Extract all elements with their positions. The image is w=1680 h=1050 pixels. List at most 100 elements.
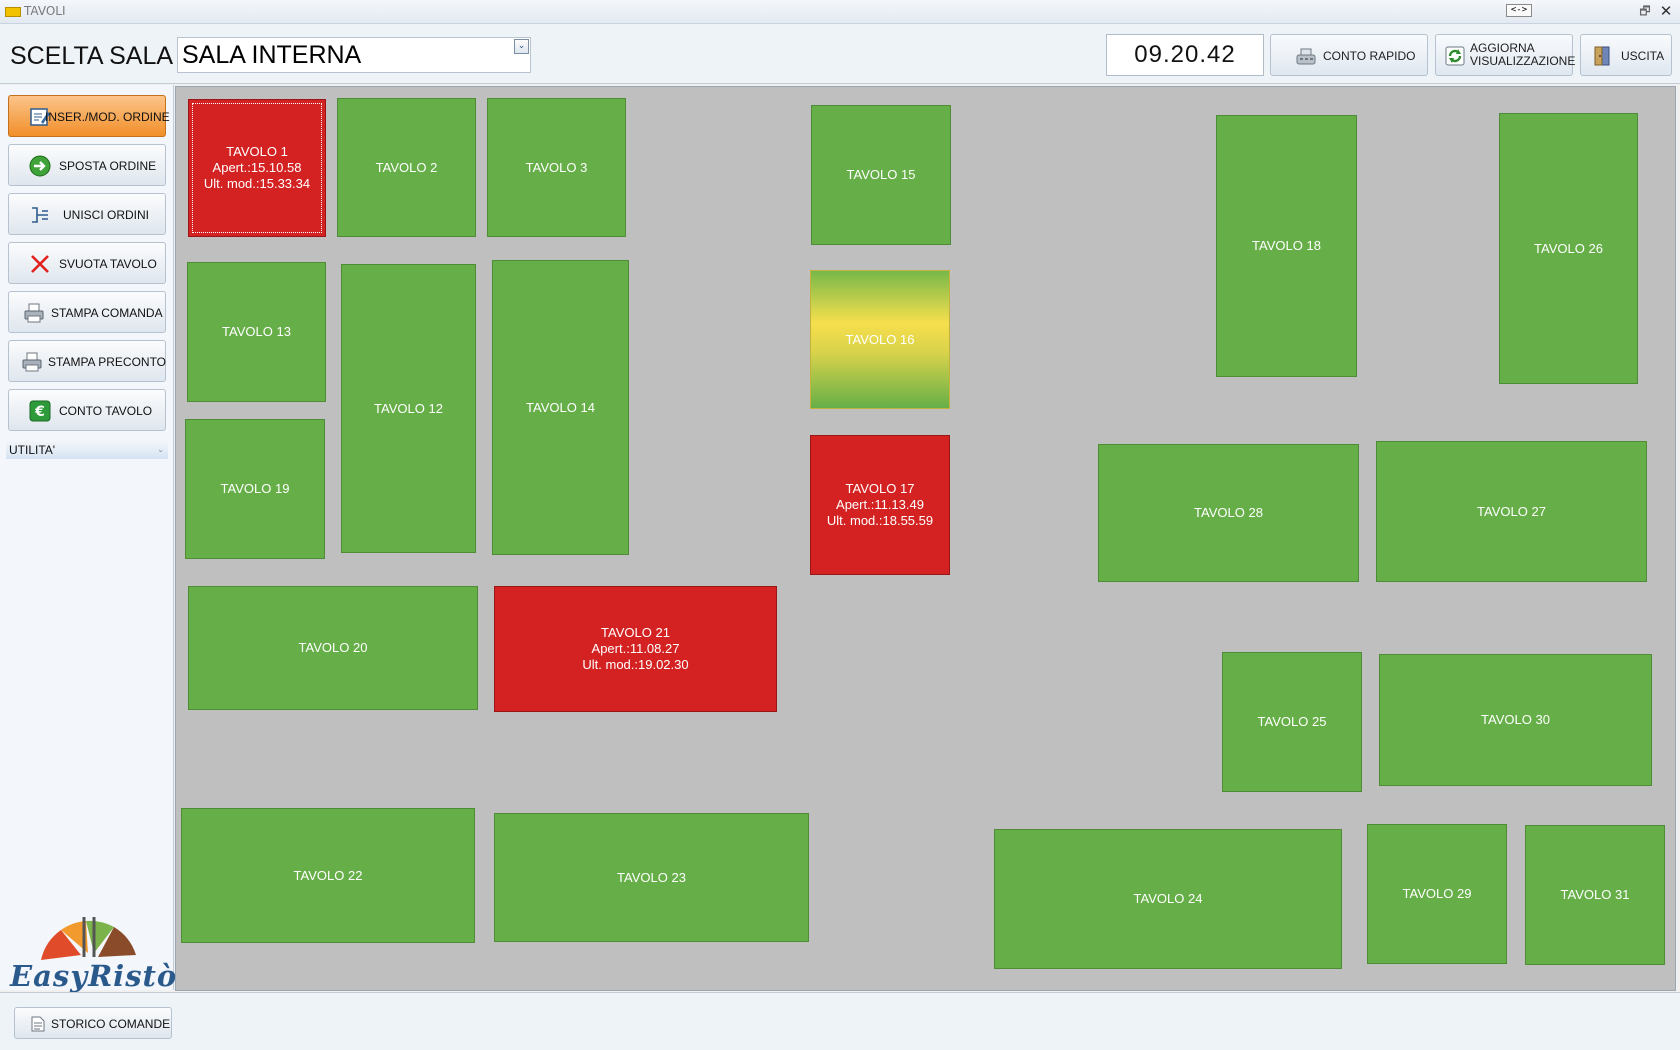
table-name: TAVOLO 30 bbox=[1481, 712, 1550, 727]
sidebar-item-label: UNISCI ORDINI bbox=[63, 208, 150, 222]
table-open-time: Apert.:11.08.27 bbox=[591, 641, 680, 656]
table-name: TAVOLO 16 bbox=[845, 331, 915, 347]
table-name: TAVOLO 27 bbox=[1477, 503, 1546, 519]
table-tavolo-24[interactable]: TAVOLO 24 bbox=[994, 829, 1342, 969]
sidebar-item-print-prebill[interactable]: STAMPA PRECONTO bbox=[8, 340, 166, 382]
order-history-label: STORICO COMANDE bbox=[51, 1017, 171, 1031]
table-name: TAVOLO 29 bbox=[1402, 886, 1472, 901]
table-tavolo-20[interactable]: TAVOLO 20 bbox=[188, 586, 478, 710]
utility-label: UTILITA' bbox=[9, 443, 56, 457]
refresh-view-button[interactable]: AGGIORNA VISUALIZZAZIONE bbox=[1435, 34, 1576, 76]
table-last-modified: Ult. mod.:18.55.59 bbox=[826, 513, 934, 528]
sidebar-item-merge-orders[interactable]: UNISCI ORDINI bbox=[8, 193, 166, 235]
clock-display: 09.20.42 bbox=[1106, 34, 1264, 76]
table-tavolo-3[interactable]: TAVOLO 3 bbox=[487, 98, 626, 237]
table-tavolo-22[interactable]: TAVOLO 22 bbox=[181, 808, 475, 943]
table-tavolo-1[interactable]: TAVOLO 1 Apert.:15.10.58 Ult. mod.:15.33… bbox=[188, 99, 326, 237]
table-tavolo-19[interactable]: TAVOLO 19 bbox=[185, 419, 325, 559]
table-name: TAVOLO 12 bbox=[374, 400, 443, 416]
cash-register-icon bbox=[1296, 48, 1316, 65]
sidebar-item-label: STAMPA PRECONTO bbox=[48, 355, 167, 369]
logo-plate-icon bbox=[41, 917, 136, 960]
window-titlebar: TAVOLI <-> 🗗 ✕ bbox=[0, 0, 1680, 24]
utility-panel-toggle[interactable]: UTILITA' ⌄ bbox=[6, 441, 168, 459]
quick-bill-label: CONTO RAPIDO bbox=[1323, 49, 1416, 63]
refresh-icon bbox=[1445, 46, 1465, 66]
table-tavolo-28[interactable]: TAVOLO 28 bbox=[1098, 444, 1359, 582]
euro-icon: € bbox=[29, 400, 51, 422]
app-icon bbox=[5, 7, 21, 17]
svg-text:€: € bbox=[34, 404, 45, 420]
sidebar-item-label: INSER./MOD. ORDINE bbox=[45, 110, 170, 124]
move-arrow-icon bbox=[29, 155, 51, 177]
table-tavolo-18[interactable]: TAVOLO 18 bbox=[1216, 115, 1357, 377]
chevron-down-icon: ⌄ bbox=[157, 445, 164, 454]
sidebar-item-insert-order[interactable]: INSER./MOD. ORDINE bbox=[8, 95, 170, 137]
table-tavolo-23[interactable]: TAVOLO 23 bbox=[494, 813, 809, 942]
printer-icon bbox=[22, 352, 42, 372]
room-select-value: SALA INTERNA bbox=[182, 41, 362, 69]
table-tavolo-31[interactable]: TAVOLO 31 bbox=[1525, 825, 1665, 965]
table-tavolo-27[interactable]: TAVOLO 27 bbox=[1376, 441, 1647, 582]
table-name: TAVOLO 14 bbox=[526, 399, 595, 415]
clear-x-icon bbox=[31, 255, 49, 273]
table-tavolo-14[interactable]: TAVOLO 14 bbox=[492, 260, 629, 555]
exit-label: USCITA bbox=[1621, 49, 1665, 63]
table-name: TAVOLO 22 bbox=[293, 867, 363, 883]
order-history-button[interactable]: STORICO COMANDE bbox=[14, 1007, 172, 1039]
table-name: TAVOLO 2 bbox=[375, 159, 438, 175]
table-name: TAVOLO 20 bbox=[298, 640, 368, 655]
easyristo-logo: EasyRistò bbox=[8, 915, 176, 993]
exit-door-icon bbox=[1594, 46, 1610, 66]
document-icon bbox=[31, 1016, 45, 1032]
restore-window-button[interactable]: 🗗 bbox=[1637, 4, 1653, 18]
table-name: TAVOLO 13 bbox=[222, 324, 291, 339]
table-tavolo-12[interactable]: TAVOLO 12 bbox=[341, 264, 476, 553]
table-tavolo-15[interactable]: TAVOLO 15 bbox=[811, 105, 951, 245]
table-tavolo-26[interactable]: TAVOLO 26 bbox=[1499, 113, 1638, 384]
table-tavolo-29[interactable]: TAVOLO 29 bbox=[1367, 824, 1507, 964]
sidebar-item-label: CONTO TAVOLO bbox=[59, 404, 153, 418]
table-last-modified: Ult. mod.:19.02.30 bbox=[582, 657, 689, 672]
sidebar: INSER./MOD. ORDINE SPOSTA ORDINE UNISCI … bbox=[0, 85, 176, 993]
quick-bill-button[interactable]: CONTO RAPIDO bbox=[1270, 34, 1428, 76]
table-tavolo-13[interactable]: TAVOLO 13 bbox=[187, 262, 326, 402]
sidebar-item-move-order[interactable]: SPOSTA ORDINE bbox=[8, 144, 166, 186]
table-name: TAVOLO 25 bbox=[1257, 714, 1327, 729]
exit-button[interactable]: USCITA bbox=[1580, 34, 1672, 76]
table-name: TAVOLO 3 bbox=[525, 159, 588, 175]
sidebar-item-table-bill[interactable]: € CONTO TAVOLO bbox=[8, 389, 166, 431]
table-name: TAVOLO 19 bbox=[220, 481, 290, 496]
table-open-time: Apert.:11.13.49 bbox=[836, 497, 924, 512]
table-name: TAVOLO 31 bbox=[1560, 887, 1630, 902]
printer-icon bbox=[24, 303, 44, 323]
sidebar-item-label: STAMPA COMANDA bbox=[51, 306, 163, 320]
table-name: TAVOLO 24 bbox=[1133, 891, 1203, 906]
table-open-time: Apert.:15.10.58 bbox=[212, 160, 302, 175]
table-tavolo-2[interactable]: TAVOLO 2 bbox=[337, 98, 476, 237]
table-tavolo-16[interactable]: TAVOLO 16 bbox=[810, 270, 950, 409]
table-name: TAVOLO 28 bbox=[1194, 505, 1263, 520]
table-tavolo-30[interactable]: TAVOLO 30 bbox=[1379, 654, 1652, 786]
table-tavolo-17[interactable]: TAVOLO 17 Apert.:11.13.49 Ult. mod.:18.5… bbox=[810, 435, 950, 575]
table-tavolo-21[interactable]: TAVOLO 21 Apert.:11.08.27 Ult. mod.:19.0… bbox=[494, 586, 777, 712]
footer-bar: STORICO COMANDE bbox=[0, 992, 1680, 1050]
room-select[interactable]: SALA INTERNA ⌄ bbox=[177, 37, 531, 73]
resize-toggle-button[interactable]: <-> bbox=[1506, 4, 1532, 17]
logo-wordmark: EasyRistò bbox=[10, 959, 178, 993]
sidebar-item-label: SPOSTA ORDINE bbox=[59, 159, 157, 173]
chevron-down-icon[interactable]: ⌄ bbox=[514, 39, 529, 54]
refresh-label-line2: VISUALIZZAZIONE bbox=[1470, 54, 1576, 68]
table-name: TAVOLO 18 bbox=[1252, 238, 1321, 253]
room-label: SCELTA SALA bbox=[10, 42, 174, 70]
table-name: TAVOLO 17 bbox=[845, 481, 915, 496]
close-window-button[interactable]: ✕ bbox=[1658, 2, 1674, 20]
table-name: TAVOLO 21 bbox=[601, 625, 670, 640]
table-last-modified: Ult. mod.:15.33.34 bbox=[203, 176, 311, 191]
sidebar-item-print-order[interactable]: STAMPA COMANDA bbox=[8, 291, 166, 333]
table-tavolo-25[interactable]: TAVOLO 25 bbox=[1222, 652, 1362, 792]
table-name: TAVOLO 26 bbox=[1534, 240, 1603, 256]
merge-icon bbox=[32, 207, 48, 223]
header-bar: SCELTA SALA SALA INTERNA ⌄ 09.20.42 CONT… bbox=[0, 24, 1680, 84]
sidebar-item-clear-table[interactable]: SVUOTA TAVOLO bbox=[8, 242, 166, 284]
